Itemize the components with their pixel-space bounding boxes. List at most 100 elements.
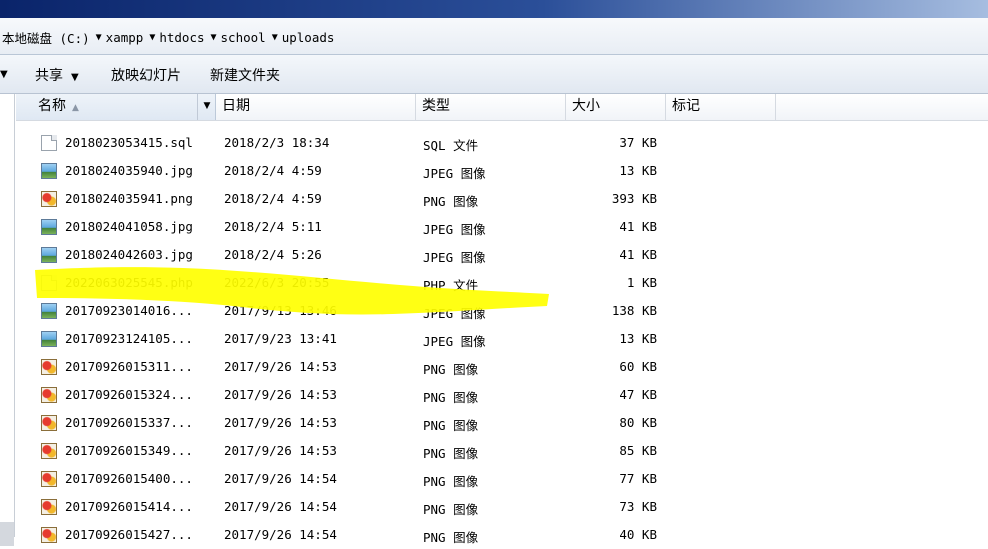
file-size: 60 KB <box>619 359 657 374</box>
png-image-icon <box>41 527 57 543</box>
file-date: 2018/2/4 5:11 <box>224 219 322 234</box>
file-date: 2017/9/26 14:54 <box>224 527 337 542</box>
file-row[interactable]: 20170923014016... 2017/9/13 13:46 JPEG 图像 1… <box>16 297 988 325</box>
file-type: JPEG 图像 <box>423 250 486 265</box>
file-type: PNG 图像 <box>423 362 479 377</box>
chevron-down-icon[interactable]: ▼ <box>92 32 104 43</box>
file-name: 20170926015400... <box>65 471 193 486</box>
file-row[interactable]: 2018024035941.png 2018/2/4 4:59 PNG 图像 393 … <box>16 185 988 213</box>
file-type: PNG 图像 <box>423 194 479 209</box>
file-date: 2018/2/4 4:59 <box>224 163 322 178</box>
file-row[interactable]: 20170926015427... 2017/9/26 14:54 PNG 图像 40… <box>16 521 988 549</box>
breadcrumb-htdocs[interactable]: htdocs <box>157 30 206 45</box>
chevron-down-icon[interactable]: ▼ <box>145 32 157 43</box>
file-name: 2018024035941.png <box>65 191 193 206</box>
breadcrumb: 本地磁盘 (C:) ▼ xampp ▼ htdocs ▼ school ▼ up… <box>0 28 336 47</box>
share-button[interactable]: 共享 ▼ <box>35 65 79 85</box>
file-row[interactable]: 20170926015324... 2017/9/26 14:53 PNG 图像 47… <box>16 381 988 409</box>
file-type: JPEG 图像 <box>423 222 486 237</box>
file-size: 13 KB <box>619 331 657 346</box>
file-row[interactable]: 20170926015349... 2017/9/26 14:53 PNG 图像 85… <box>16 437 988 465</box>
file-row[interactable]: 2018024035940.jpg 2018/2/4 4:59 JPEG 图像 13 … <box>16 157 988 185</box>
file-size: 1 KB <box>626 275 657 290</box>
file-name: 2022063025545.php <box>65 275 193 290</box>
column-header-name[interactable]: 名称 ▲ ▼ <box>16 94 216 120</box>
file-date: 2018/2/4 5:26 <box>224 247 322 262</box>
share-label: 共享 <box>35 68 63 84</box>
jpeg-image-icon <box>41 331 57 347</box>
jpeg-image-icon <box>41 219 57 235</box>
breadcrumb-school[interactable]: school <box>219 30 268 45</box>
png-image-icon <box>41 415 57 431</box>
breadcrumb-xampp[interactable]: xampp <box>104 30 146 45</box>
chevron-down-icon: ▼ <box>71 72 79 83</box>
file-row[interactable]: 2018024042603.jpg 2018/2/4 5:26 JPEG 图像 41 … <box>16 241 988 269</box>
png-image-icon <box>41 387 57 403</box>
file-date: 2017/9/23 13:41 <box>224 331 337 346</box>
file-row[interactable]: 20170923124105... 2017/9/23 13:41 JPEG 图像 1… <box>16 325 988 353</box>
column-header-tags[interactable]: 标记 <box>666 94 776 120</box>
jpeg-image-icon <box>41 163 57 179</box>
file-size: 85 KB <box>619 443 657 458</box>
file-date: 2017/9/26 14:53 <box>224 415 337 430</box>
file-size: 73 KB <box>619 499 657 514</box>
file-row[interactable]: 20170926015337... 2017/9/26 14:53 PNG 图像 80… <box>16 409 988 437</box>
file-size: 40 KB <box>619 527 657 542</box>
column-header: 名称 ▲ ▼ 日期 类型 大小 标记 <box>16 94 988 121</box>
navigation-pane[interactable] <box>0 94 15 546</box>
file-name: 2018023053415.sql <box>65 135 193 150</box>
file-size: 41 KB <box>619 247 657 262</box>
chevron-down-icon[interactable]: ▼ <box>197 94 216 120</box>
file-size: 77 KB <box>619 471 657 486</box>
breadcrumb-uploads[interactable]: uploads <box>280 30 337 45</box>
file-row[interactable]: 20170926015400... 2017/9/26 14:54 PNG 图像 77… <box>16 465 988 493</box>
file-row[interactable]: 20170926015414... 2017/9/26 14:54 PNG 图像 73… <box>16 493 988 521</box>
file-name: 2018024035940.jpg <box>65 163 193 178</box>
png-image-icon <box>41 471 57 487</box>
file-size: 138 KB <box>611 303 657 318</box>
file-row[interactable]: 2018024041058.jpg 2018/2/4 5:11 JPEG 图像 41 … <box>16 213 988 241</box>
file-size: 13 KB <box>619 163 657 178</box>
file-date: 2017/9/26 14:54 <box>224 499 337 514</box>
file-name: 20170926015427... <box>65 527 193 542</box>
chevron-down-icon[interactable]: ▼ <box>207 32 219 43</box>
file-name: 20170923014016... <box>65 303 193 318</box>
breadcrumb-drive[interactable]: 本地磁盘 (C:) <box>0 28 92 47</box>
column-header-date[interactable]: 日期 <box>216 94 416 120</box>
document-icon <box>41 135 57 151</box>
png-image-icon <box>41 359 57 375</box>
file-name: 2018024042603.jpg <box>65 247 193 262</box>
document-icon <box>41 275 57 291</box>
organize-dropdown-arrow[interactable]: ▼ <box>0 65 8 81</box>
column-header-size[interactable]: 大小 <box>566 94 666 120</box>
file-size: 80 KB <box>619 415 657 430</box>
file-date: 2017/9/26 14:53 <box>224 359 337 374</box>
chevron-down-icon[interactable]: ▼ <box>268 32 280 43</box>
file-date: 2017/9/13 13:46 <box>224 303 337 318</box>
sort-ascending-icon: ▲ <box>72 103 79 113</box>
file-size: 37 KB <box>619 135 657 150</box>
column-header-type[interactable]: 类型 <box>416 94 566 120</box>
file-type: PHP 文件 <box>423 278 479 293</box>
file-list: 2018023053415.sql 2018/2/3 18:34 SQL 文件 37 … <box>16 129 988 549</box>
file-row[interactable]: 2022063025545.php 2022/6/3 20:55 PHP 文件 1 K… <box>16 269 988 297</box>
file-type: PNG 图像 <box>423 474 479 489</box>
file-type: JPEG 图像 <box>423 306 486 321</box>
address-bar[interactable]: 本地磁盘 (C:) ▼ xampp ▼ htdocs ▼ school ▼ up… <box>0 18 988 55</box>
file-date: 2018/2/4 4:59 <box>224 191 322 206</box>
png-image-icon <box>41 499 57 515</box>
file-type: JPEG 图像 <box>423 166 486 181</box>
new-folder-button[interactable]: 新建文件夹 <box>210 65 280 85</box>
jpeg-image-icon <box>41 303 57 319</box>
file-row[interactable]: 2018023053415.sql 2018/2/3 18:34 SQL 文件 37 … <box>16 129 988 157</box>
file-date: 2017/9/26 14:54 <box>224 471 337 486</box>
navigation-selected-item[interactable] <box>0 522 14 546</box>
column-name-label: 名称 <box>38 98 66 114</box>
file-type: SQL 文件 <box>423 138 479 153</box>
command-bar: ▼ 共享 ▼ 放映幻灯片 新建文件夹 <box>0 55 988 94</box>
file-size: 47 KB <box>619 387 657 402</box>
slideshow-button[interactable]: 放映幻灯片 <box>111 65 181 85</box>
file-date: 2018/2/3 18:34 <box>224 135 330 150</box>
file-size: 393 KB <box>611 191 657 206</box>
file-row[interactable]: 20170926015311... 2017/9/26 14:53 PNG 图像 60… <box>16 353 988 381</box>
